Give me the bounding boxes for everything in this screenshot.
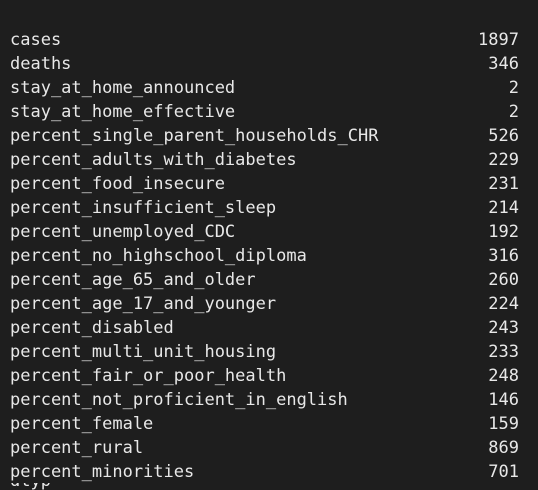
- column-value: 224: [488, 294, 519, 314]
- column-name: deaths: [10, 54, 72, 74]
- column-name: percent_fair_or_poor_health: [10, 366, 287, 386]
- column-value: 248: [488, 366, 519, 386]
- column-name: stay_at_home_effective: [10, 102, 236, 122]
- output-row: stay_at_home_announced 2: [10, 76, 519, 100]
- column-name: percent_food_insecure: [10, 174, 225, 194]
- output-row: percent_disabled 243: [10, 316, 519, 340]
- column-value: 260: [488, 270, 519, 290]
- column-name: percent_age_17_and_younger: [10, 294, 277, 314]
- output-row: percent_not_proficient_in_english 146: [10, 388, 519, 412]
- output-row: percent_multi_unit_housing 233: [10, 340, 519, 364]
- output-row: percent_rural 869: [10, 436, 519, 460]
- column-name: percent_rural: [10, 438, 144, 458]
- column-value: 231: [488, 174, 519, 194]
- column-value: 243: [488, 318, 519, 338]
- column-value: 233: [488, 342, 519, 362]
- output-row: percent_insufficient_sleep 214: [10, 196, 519, 220]
- column-name: percent_adults_with_diabetes: [10, 150, 297, 170]
- column-name: percent_multi_unit_housing: [10, 342, 277, 362]
- output-row: percent_minorities 701: [10, 460, 519, 484]
- column-name: percent_single_parent_households_CHR: [10, 126, 379, 146]
- column-value: 346: [488, 54, 519, 74]
- column-value: 2: [508, 78, 519, 98]
- output-row: percent_female 159: [10, 412, 519, 436]
- column-value: 229: [488, 150, 519, 170]
- column-name: percent_not_proficient_in_english: [10, 390, 348, 410]
- output-row: percent_fair_or_poor_health 248: [10, 364, 519, 388]
- column-name: cases: [10, 30, 62, 50]
- column-value: 159: [488, 414, 519, 434]
- output-row: stay_at_home_effective 2: [10, 100, 519, 124]
- cut-off-row-text: dtyp: [10, 483, 50, 490]
- cut-off-output-row: dtyp: [10, 483, 50, 490]
- output-row: deaths 346: [10, 52, 519, 76]
- column-value: 192: [488, 222, 519, 242]
- output-row: percent_single_parent_households_CHR 526: [10, 124, 519, 148]
- column-value: 1897: [478, 30, 519, 50]
- output-row: percent_adults_with_diabetes 229: [10, 148, 519, 172]
- output-row: cases 1897: [10, 28, 519, 52]
- column-name: percent_unemployed_CDC: [10, 222, 236, 242]
- column-name: stay_at_home_announced: [10, 78, 236, 98]
- column-name: percent_no_highschool_diploma: [10, 246, 307, 266]
- column-value: 526: [488, 126, 519, 146]
- column-value: 869: [488, 438, 519, 458]
- column-value: 146: [488, 390, 519, 410]
- column-value: 316: [488, 246, 519, 266]
- column-name: percent_disabled: [10, 318, 174, 338]
- column-value: 214: [488, 198, 519, 218]
- output-row: percent_age_17_and_younger 224: [10, 292, 519, 316]
- column-value: 701: [488, 462, 519, 482]
- null-count-table: cases 1897 deaths 346 stay_at_home_announc…: [10, 28, 519, 484]
- column-value: 2: [508, 102, 519, 122]
- output-row: percent_no_highschool_diploma 316: [10, 244, 519, 268]
- column-name: percent_age_65_and_older: [10, 270, 256, 290]
- column-name: percent_female: [10, 414, 154, 434]
- output-row: percent_food_insecure 231: [10, 172, 519, 196]
- output-row: percent_age_65_and_older 260: [10, 268, 519, 292]
- column-name: percent_insufficient_sleep: [10, 198, 277, 218]
- cell-output-panel: cases 1897 deaths 346 stay_at_home_announc…: [0, 0, 538, 490]
- output-row: percent_unemployed_CDC 192: [10, 220, 519, 244]
- column-name: percent_minorities: [10, 462, 195, 482]
